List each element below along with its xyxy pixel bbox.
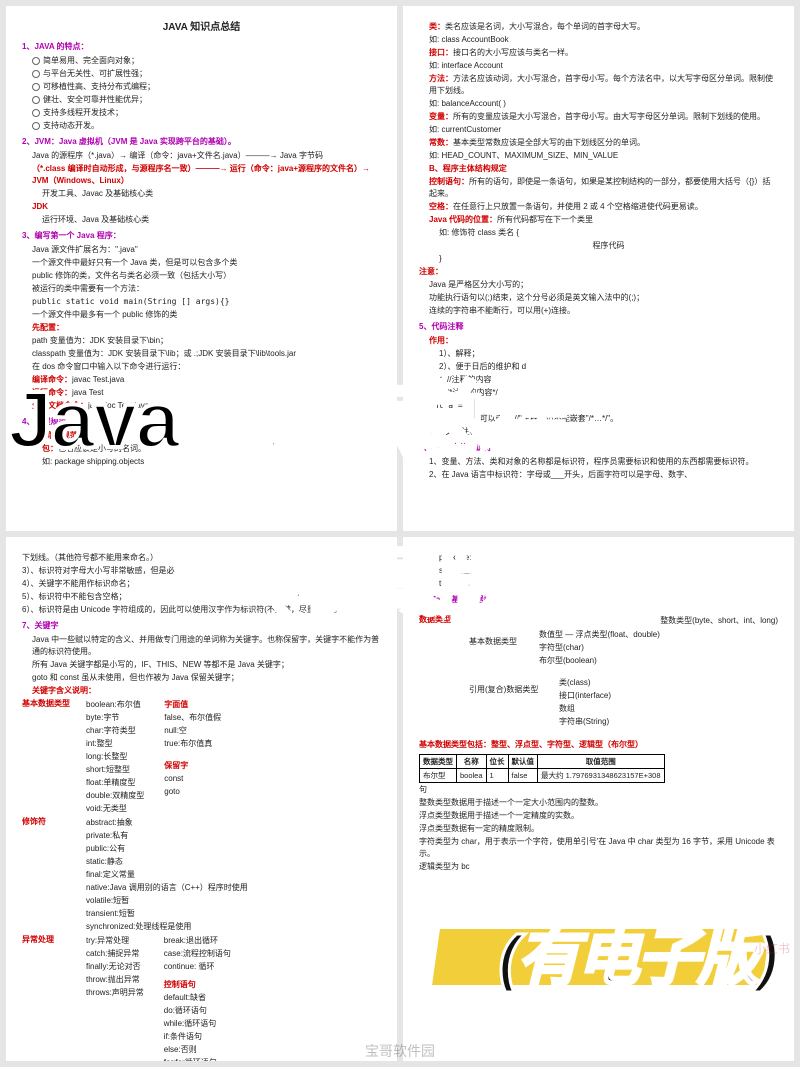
bullet-icon: [32, 122, 40, 130]
bullet-icon: [32, 83, 40, 91]
datatype-tree: 数据类型 整数类型(byte、short、int、long) 基本数据类型 数值…: [419, 614, 778, 729]
modifiers-tree: 修饰符 abstract:抽象 private:私有 public:公有 sta…: [22, 816, 381, 934]
jdk-label: JDK: [32, 202, 48, 211]
jvm-line-1: Java 的源程序（*.java）→ 编译（命令：java+文件名.java）—…: [22, 150, 381, 162]
watermark-side: 小红书: [754, 940, 790, 957]
bullet-icon: [32, 109, 40, 117]
overlay-badge: (有电子版): [499, 907, 776, 997]
keyword-explain: 关键字含义说明：: [22, 685, 381, 697]
section-2-head: 2、JVM：Java 虚拟机（JVM 是 Java 实现跨平台的基础）。: [22, 136, 381, 148]
jvm-runtime: 运行环境、Java 及基础核心类: [22, 214, 381, 226]
overlay-title: Java知识点总结: [0, 355, 800, 471]
doc-title: JAVA 知识点总结: [22, 20, 381, 35]
jvm-line-2: （*.class 编译时自动形成，与源程序名一致）———→ 运行（命令：java…: [22, 163, 381, 187]
features-list: 简单易用、完全面向对象； 与平台无关性、可扩展性强； 可移植性高、支持分布式编程…: [22, 55, 381, 132]
type-table: 数据类型 名称 位长 默认值 取值范围 布尔型 boolea 1 false 最…: [419, 754, 665, 784]
code-main: public static void main(String [] args){…: [22, 296, 381, 308]
bullet-icon: [32, 70, 40, 78]
table-caption: 基本数据类型包括：整型、浮点型、字符型、逻辑型（布尔型）: [419, 739, 778, 751]
section-1-head: 1、JAVA 的特点：: [22, 41, 381, 53]
exception-tree: 异常处理 try:异常处理 catch:捕捉异常 finally:无论对否 th…: [22, 934, 381, 1062]
jvm-tools: 开发工具、Javac 及基础核心类: [22, 188, 381, 200]
struct-head: B、程序主体结构规定: [419, 163, 778, 175]
bullet-icon: [32, 96, 40, 104]
config-head: 先配置：: [22, 322, 381, 334]
section-5-head: 5、代码注释: [419, 321, 778, 333]
bullet-icon: [32, 57, 40, 65]
section-3-head: 3、编写第一个 Java 程序：: [22, 230, 381, 242]
overlay-subtitle: （收藏版）: [0, 520, 800, 630]
watermark-bottom: 宝哥软件园: [365, 1041, 435, 1061]
basic-types-tree: 基本数据类型 boolean:布尔值 byte:字节 char:字符类型 int…: [22, 698, 381, 816]
